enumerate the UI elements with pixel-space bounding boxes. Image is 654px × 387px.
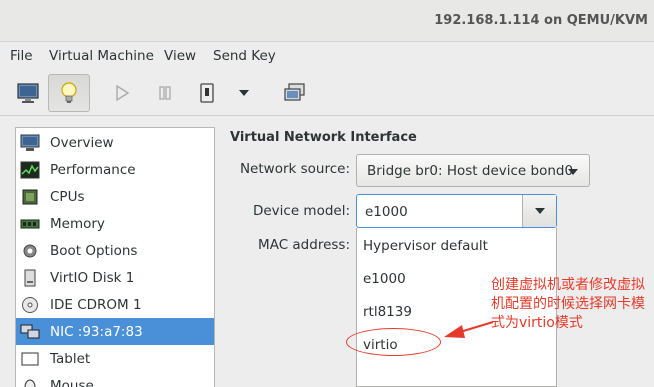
annotation-text: 创建虚拟机或者修改虚拟机配置的时候选择网卡模式为virtio模式 <box>491 277 645 331</box>
